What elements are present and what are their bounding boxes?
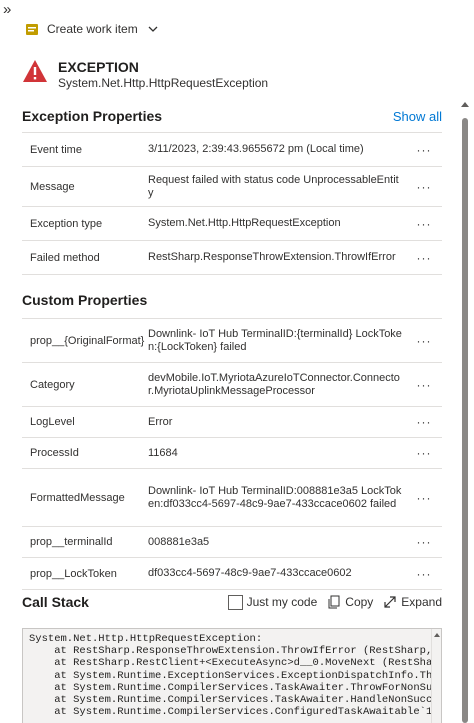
property-key: Message: [30, 180, 75, 193]
more-options-icon[interactable]: ···: [406, 217, 442, 231]
more-options-icon[interactable]: ···: [406, 446, 442, 460]
create-work-item-label: Create work item: [47, 22, 138, 36]
property-key: Exception type: [30, 217, 103, 230]
scroll-up-arrow-icon[interactable]: [434, 633, 440, 637]
exception-properties-table: Event time 3/11/2023, 2:39:43.9655672 pm…: [22, 132, 442, 275]
property-value: df033cc4-5697-48c9-9ae7-433ccace0602: [148, 567, 352, 579]
more-options-icon[interactable]: ···: [406, 415, 442, 429]
table-row: Exception type System.Net.Http.HttpReque…: [22, 207, 442, 241]
exception-properties-header: Exception Properties Show all: [22, 108, 442, 124]
warning-icon: [23, 60, 47, 82]
call-stack-box[interactable]: System.Net.Http.HttpRequestException: at…: [22, 628, 442, 723]
call-stack-heading: Call Stack: [22, 594, 89, 610]
copy-label: Copy: [345, 595, 374, 609]
property-value: Downlink- IoT Hub TerminalID:{terminalId…: [148, 327, 402, 353]
custom-properties-table: prop__{OriginalFormat} Downlink- IoT Hub…: [22, 318, 442, 590]
property-key: prop__terminalId: [30, 536, 113, 548]
property-value: Downlink- IoT Hub TerminalID:008881e3a5 …: [148, 484, 402, 510]
more-options-icon[interactable]: ···: [406, 334, 442, 348]
call-stack-header: Call Stack Just my code Copy Expand: [22, 594, 442, 610]
property-key: FormattedMessage: [30, 491, 125, 504]
expand-button[interactable]: Expand: [383, 595, 442, 609]
table-row: prop__{OriginalFormat} Downlink- IoT Hub…: [22, 319, 442, 363]
property-value: devMobile.IoT.MyriotaAzureIoTConnector.C…: [148, 371, 400, 397]
more-options-icon[interactable]: ···: [406, 491, 442, 505]
property-value: 3/11/2023, 2:39:43.9655672 pm (Local tim…: [148, 143, 364, 155]
exception-title: EXCEPTION: [58, 59, 139, 75]
property-key: Event time: [30, 143, 82, 156]
property-value: Error: [148, 415, 173, 428]
just-my-code-label: Just my code: [246, 595, 318, 609]
more-options-icon[interactable]: ···: [406, 567, 442, 581]
table-row: Category devMobile.IoT.MyriotaAzureIoTCo…: [22, 363, 442, 407]
property-key: prop__{OriginalFormat}: [30, 334, 145, 347]
table-row: FormattedMessage Downlink- IoT Hub Termi…: [22, 469, 442, 527]
table-row: LogLevel Error ···: [22, 407, 442, 438]
custom-properties-heading: Custom Properties: [22, 292, 148, 308]
exception-type: System.Net.Http.HttpRequestException: [58, 76, 269, 90]
property-key: prop__LockToken: [30, 567, 117, 580]
custom-properties-header: Custom Properties: [22, 292, 442, 308]
more-options-icon[interactable]: ···: [406, 378, 442, 392]
property-key: Failed method: [30, 251, 100, 264]
property-value: RestSharp.ResponseThrowExtension.ThrowIf…: [148, 251, 396, 263]
more-options-icon[interactable]: ···: [406, 180, 442, 194]
table-row: Message Request failed with status code …: [22, 167, 442, 207]
more-options-icon[interactable]: ···: [406, 251, 442, 265]
more-options-icon[interactable]: ···: [406, 143, 442, 157]
exception-properties-heading: Exception Properties: [22, 108, 163, 124]
more-options-icon[interactable]: ···: [406, 535, 442, 549]
expand-panel-chevron-icon[interactable]: »: [3, 2, 11, 17]
details-content: Exception Properties Show all Event time…: [0, 96, 456, 723]
table-row: Failed method RestSharp.ResponseThrowExt…: [22, 241, 442, 275]
exception-header: EXCEPTION System.Net.Http.HttpRequestExc…: [22, 58, 268, 91]
property-value: 008881e3a5: [148, 535, 210, 548]
just-my-code-checkbox[interactable]: Just my code: [227, 594, 318, 610]
property-value: Request failed with status code Unproces…: [148, 173, 399, 199]
copy-button[interactable]: Copy: [327, 595, 373, 609]
scrollbar-thumb[interactable]: [462, 118, 468, 723]
checkbox-box[interactable]: [227, 594, 243, 610]
table-row: prop__terminalId 008881e3a5 ···: [22, 527, 442, 558]
expand-label: Expand: [401, 595, 442, 609]
call-stack-scrollbar[interactable]: [431, 629, 441, 723]
call-stack-actions: Just my code Copy Expand: [227, 594, 442, 610]
panel-scrollbar[interactable]: [460, 98, 470, 723]
call-stack-text: System.Net.Http.HttpRequestException: at…: [29, 633, 442, 719]
table-row: prop__LockToken df033cc4-5697-48c9-9ae7-…: [22, 558, 442, 590]
expand-icon: [384, 596, 396, 608]
scroll-up-arrow-icon[interactable]: [461, 102, 469, 107]
table-row: ProcessId 11684 ···: [22, 438, 442, 469]
chevron-down-icon: [148, 26, 158, 32]
create-work-item-button[interactable]: Create work item: [25, 18, 158, 40]
work-item-icon: [26, 24, 38, 35]
show-all-link[interactable]: Show all: [393, 109, 442, 124]
property-key: ProcessId: [30, 447, 79, 459]
property-key: Category: [30, 378, 75, 391]
copy-icon: [328, 595, 340, 609]
property-key: LogLevel: [30, 416, 75, 428]
table-row: Event time 3/11/2023, 2:39:43.9655672 pm…: [22, 133, 442, 167]
property-value: 11684: [148, 446, 178, 459]
property-value: System.Net.Http.HttpRequestException: [148, 217, 341, 229]
